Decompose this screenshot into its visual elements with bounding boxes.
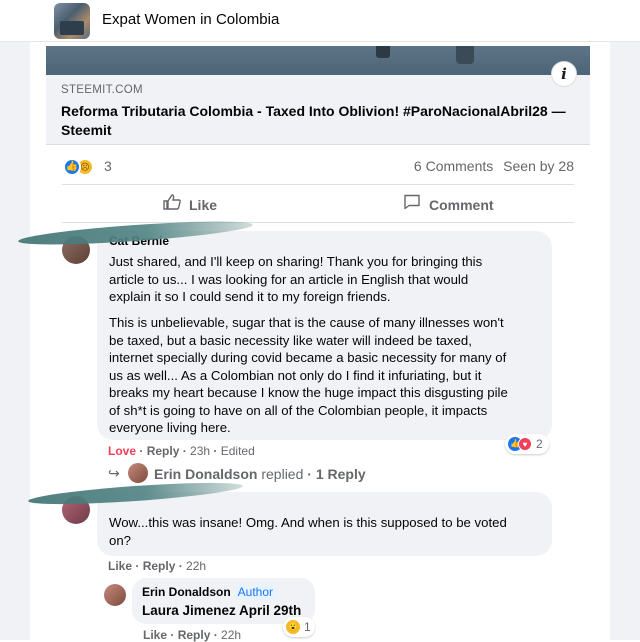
like-reaction-icon[interactable]: 👍 [63, 158, 81, 176]
comment-line: everyone living here. [109, 420, 231, 435]
link-title[interactable]: Reforma Tributaria Colombia - Taxed Into… [61, 102, 571, 140]
comment-line: internet specially during covid became a… [109, 350, 507, 365]
comments-count[interactable]: 6 Comments [414, 158, 493, 174]
comment-line: be taxed, but a basic necessity like wat… [109, 332, 472, 348]
comment-text: Just shared, and I'll keep on sharing! T… [109, 253, 482, 306]
comment-bubble: Wow...this was insane! Omg. And when is … [97, 492, 552, 556]
comment-text: This is unbelievable, sugar that is the … [109, 314, 508, 437]
comment-bubble-icon [403, 194, 421, 213]
avatar[interactable] [128, 463, 148, 483]
image-figure [376, 46, 390, 58]
like-link[interactable]: Like [108, 559, 132, 573]
comment-line: breaks my heart because I know the huge … [109, 385, 508, 400]
post-stats: 6 Comments Seen by 28 [408, 158, 574, 174]
reply-link[interactable]: Reply [147, 444, 180, 458]
thumbs-up-icon [163, 194, 181, 213]
replied-label: replied [261, 466, 304, 482]
avatar[interactable] [104, 584, 126, 606]
comment-reaction-count: 2 [536, 437, 543, 451]
seen-by[interactable]: Seen by 28 [503, 158, 574, 174]
comment-button[interactable]: Comment [403, 194, 494, 213]
comment-line: of sh*t is going to have on all of the C… [109, 402, 488, 418]
comment-line: This is unbelievable, sugar that is the … [109, 315, 504, 330]
replier-name: Erin Donaldson [154, 466, 258, 482]
left-background [0, 42, 30, 640]
like-label: Like [189, 197, 218, 213]
reply-reaction-count: 1 [304, 620, 311, 634]
divider [62, 222, 574, 223]
comment-line: Just shared, and I'll keep on sharing! T… [109, 254, 483, 269]
reactions-row: 👍 ☹ 3 6 Comments Seen by 28 [46, 152, 590, 182]
link-preview-image[interactable] [46, 46, 590, 75]
link-domain: STEEMIT.COM [61, 84, 143, 96]
reply-author: Erin Donaldson Author [142, 584, 277, 600]
comment-meta: Like · Reply · 22h [108, 559, 207, 573]
reply-text[interactable]: Laura Jimenez April 29th [142, 602, 301, 620]
reply-count: 1 Reply [315, 466, 366, 482]
reply-reactions[interactable]: 😮 1 [283, 617, 315, 637]
reply-link[interactable]: Reply [143, 559, 176, 573]
group-header: Expat Women in Colombia [0, 0, 640, 42]
love-reaction-icon: ♥ [518, 437, 532, 451]
reaction-count[interactable]: 3 [104, 158, 112, 174]
view-replies-link[interactable]: Erin Donaldson replied · 1 Reply [154, 466, 366, 482]
image-figure [456, 46, 474, 64]
comment-label: Comment [429, 197, 494, 213]
comment-line: us as well... As a Colombian not only do… [109, 367, 482, 383]
group-thumbnail[interactable] [54, 3, 90, 39]
comment-time[interactable]: 23h [190, 444, 210, 458]
group-name[interactable]: Expat Women in Colombia [102, 11, 279, 28]
reply-author-name[interactable]: Erin Donaldson [142, 585, 231, 599]
link-preview[interactable]: STEEMIT.COM Reforma Tributaria Colombia … [46, 75, 590, 145]
edited-label: Edited [220, 444, 255, 458]
like-button[interactable]: Like [163, 194, 217, 213]
comment-meta: Love · Reply · 23h · Edited [108, 444, 255, 458]
right-background [610, 42, 640, 640]
comment-line: article to us... I was looking for an ar… [109, 271, 469, 287]
info-icon[interactable]: i [551, 61, 577, 87]
comment-reactions[interactable]: 👍 ♥ 2 [505, 434, 549, 454]
wow-reaction-icon: 😮 [286, 620, 300, 634]
comment-bubble: Cat Bernie Just shared, and I'll keep on… [97, 231, 552, 440]
comment-text: Wow...this was insane! Omg. And when is … [109, 514, 507, 549]
comment-line: Wow...this was insane! Omg. And when is … [109, 515, 507, 530]
reply-arrow-icon: ↪ [108, 465, 120, 481]
comment-line: explain it so I could send it to my fore… [109, 289, 391, 304]
divider [62, 184, 574, 185]
love-link[interactable]: Love [108, 444, 136, 458]
comment-line: on? [109, 532, 132, 548]
author-badge: Author [234, 584, 277, 600]
comment-time[interactable]: 22h [186, 559, 206, 573]
